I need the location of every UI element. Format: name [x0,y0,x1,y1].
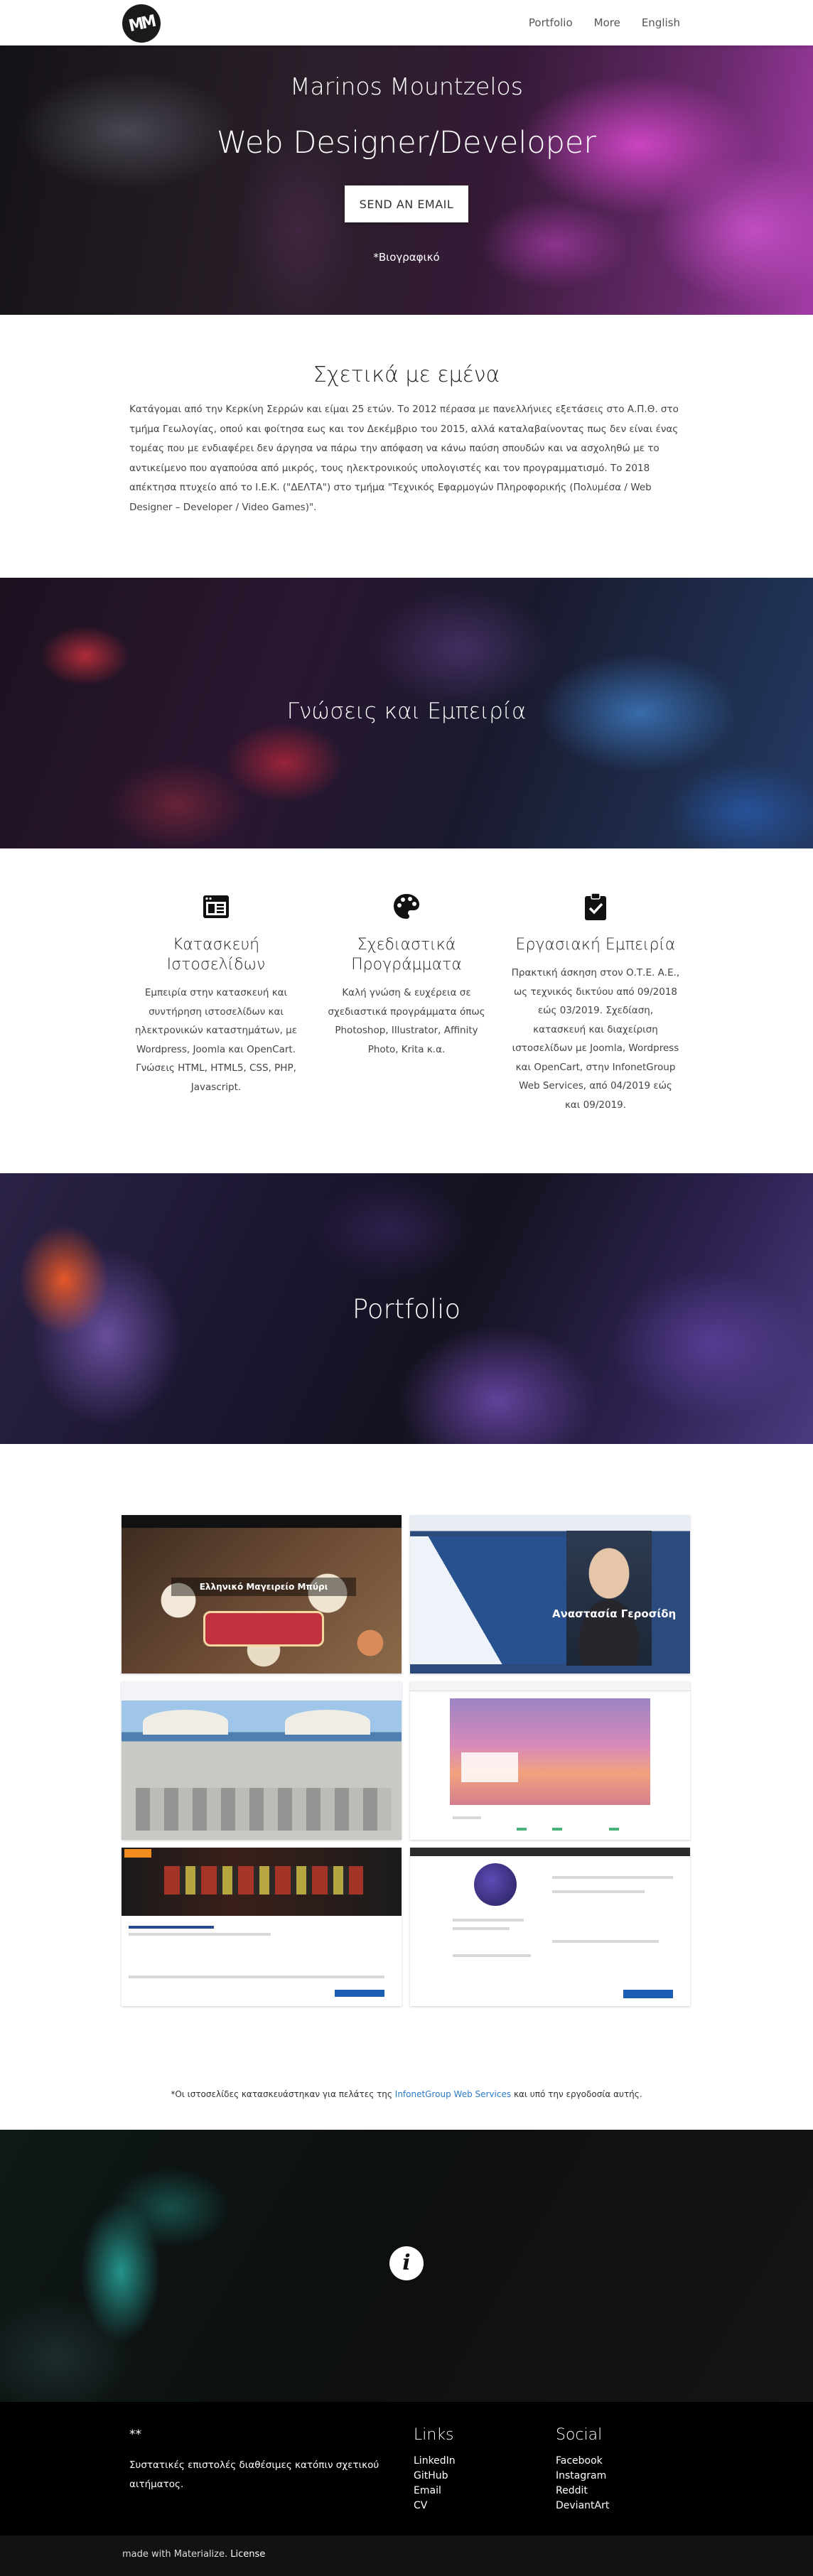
nav-link-portfolio[interactable]: Portfolio [518,0,583,45]
thumb-banner: Ελληνικό Μαγειρείο Μπύρι [171,1578,356,1596]
about-title: Σχετικά με εμένα [313,362,500,387]
about-section: Σχετικά με εμένα Κατάγομαι από την Κερκί… [0,315,813,578]
note-prefix: *Οι ιστοσελίδες κατασκευάστηκαν για πελά… [171,2089,395,2099]
portfolio-title: Portfolio [352,1294,461,1325]
thumb-tables [136,1788,392,1831]
thumb-button [623,1990,673,1998]
thumb-line [129,1933,271,1936]
knowledge-title: Γνώσεις και Εμπειρία [286,699,527,724]
thumb-line [129,1926,214,1929]
send-email-button[interactable]: SEND AN EMAIL [345,185,468,222]
skill-design: Σχεδιαστικά Προγράμματα Καλή γνώση & ευχ… [321,891,492,1059]
infonet-link[interactable]: InfonetGroup Web Services [395,2089,511,2099]
logo-text: MM [126,11,156,36]
portfolio-note: *Οι ιστοσελίδες κατασκευάστηκαν για πελά… [0,2089,813,2099]
nav-link-more[interactable]: More [583,0,631,45]
info-banner: i [0,2130,813,2402]
thumb-card [461,1752,518,1782]
thumb-line [552,1940,659,1943]
thumb-title: Αναστασία Γεροσίδη [552,1607,677,1620]
hero-section: Marinos Mountzelos Web Designer/Develope… [0,45,813,315]
hero-name: Marinos Mountzelos [290,72,523,100]
footer-link-reddit[interactable]: Reddit [556,2484,609,2499]
thumb-portrait [566,1531,652,1666]
footer-link-email[interactable]: Email [414,2484,456,2499]
thumb-line [453,1954,531,1957]
footer-text: Συστατικές επιστολές διαθέσιμες κατόπιν … [129,2459,379,2490]
thumb-line [129,1976,384,1978]
skill-text: Καλή γνώση & ευχέρεια σε σχεδιαστικά προ… [328,987,485,1055]
skills-section: Κατασκευή Ιστοσελίδων Εμπειρία στην κατα… [0,848,813,1173]
portfolio-thumb-restaurant[interactable]: Ελληνικό Μαγειρείο Μπύρι [122,1515,402,1674]
skill-text: Εμπειρία στην κατασκευή και συντήρηση ισ… [134,987,297,1093]
thumb-line [335,1990,384,1997]
thumb-line [552,1876,673,1879]
skill-text: Πρακτική άσκηση στον Ο.Τ.Ε. Α.Ε., ως τεχ… [511,967,680,1111]
portfolio-section: Ελληνικό Μαγειρείο Μπύρι Αναστασία Γεροσ… [0,1444,813,2130]
footer-link-cv[interactable]: CV [414,2499,456,2513]
cv-link[interactable]: *Βιογραφικό [0,251,813,264]
thumb-umbrella [143,1710,228,1735]
web-icon [203,895,229,918]
footer-link-instagram[interactable]: Instagram [556,2469,609,2484]
license-link[interactable]: License [230,2549,265,2560]
portfolio-banner: Portfolio [0,1173,813,1444]
made-prefix: made with Materialize. [122,2549,228,2560]
thumb-strip [164,1866,363,1895]
footer-links-title: Links [414,2426,454,2444]
portfolio-thumb-profile-site[interactable]: Αναστασία Γεροσίδη [410,1515,690,1674]
thumb-logo [124,1849,151,1858]
info-glyph: i [402,2251,411,2275]
thumb-line [453,1816,481,1819]
nav-links: Portfolio More English [518,0,691,45]
knowledge-banner: Γνώσεις και Εμπειρία [0,578,813,848]
thumb-umbrella [285,1710,370,1735]
thumb-line [552,1890,645,1893]
thumb-line [453,1919,524,1922]
footer-title: ** [129,2427,141,2442]
portfolio-thumb-music-site[interactable] [122,1848,402,2006]
thumb-header [410,1681,690,1691]
info-icon: i [389,2246,424,2280]
portfolio-thumb-sunset-site[interactable] [410,1681,690,1840]
skill-title: Εργασιακή Εμπειρία [515,936,676,954]
thumb-line [552,1828,562,1831]
footer-link-github[interactable]: GitHub [414,2469,456,2484]
navbar: MM Portfolio More English [0,0,813,47]
skill-web: Κατασκευή Ιστοσελίδων Εμπειρία στην κατα… [131,891,301,1096]
logo[interactable]: MM [118,0,165,47]
thumb-logo-badge [203,1611,324,1647]
footer-social: Social Facebook Instagram Reddit Deviant… [556,2426,609,2513]
clipboard-check-icon [585,893,606,920]
nav-link-language[interactable]: English [631,0,691,45]
thumb-hero-image [450,1698,650,1805]
note-suffix: και υπό την εργοδοσία αυτής. [511,2089,642,2099]
thumb-line [609,1828,619,1831]
footer-social-title: Social [556,2426,603,2444]
palette-icon [394,894,419,919]
footer-link-linkedin[interactable]: LinkedIn [414,2454,456,2469]
footer-links: Links LinkedIn GitHub Email CV [414,2426,456,2513]
thumb-line [517,1828,527,1831]
footer: ** Συστατικές επιστολές διαθέσιμες κατόπ… [0,2402,813,2576]
hero-role: Web Designer/Developer [216,125,597,161]
footer-bottom-bar: made with Materialize. License [0,2535,813,2576]
portfolio-thumb-seaside-cafe[interactable] [122,1681,402,1840]
skill-experience: Εργασιακή Εμπειρία Πρακτική άσκηση στον … [510,891,681,1114]
portfolio-thumb-profile-dashboard[interactable] [410,1848,690,2006]
skill-title: Σχεδιαστικά Προγράμματα [351,936,462,974]
footer-link-facebook[interactable]: Facebook [556,2454,609,2469]
thumb-navbar [122,1515,402,1528]
footer-link-deviantart[interactable]: DeviantArt [556,2499,609,2513]
thumb-blue-shape [410,1536,566,1664]
made-with-text: made with Materialize. License [122,2549,265,2560]
thumb-avatar [474,1863,517,1906]
skill-title: Κατασκευή Ιστοσελίδων [166,936,266,974]
about-text: Κατάγομαι από την Κερκίνη Σερρών και είμ… [129,404,679,513]
thumb-header [410,1848,690,1856]
thumb-line [453,1927,510,1930]
